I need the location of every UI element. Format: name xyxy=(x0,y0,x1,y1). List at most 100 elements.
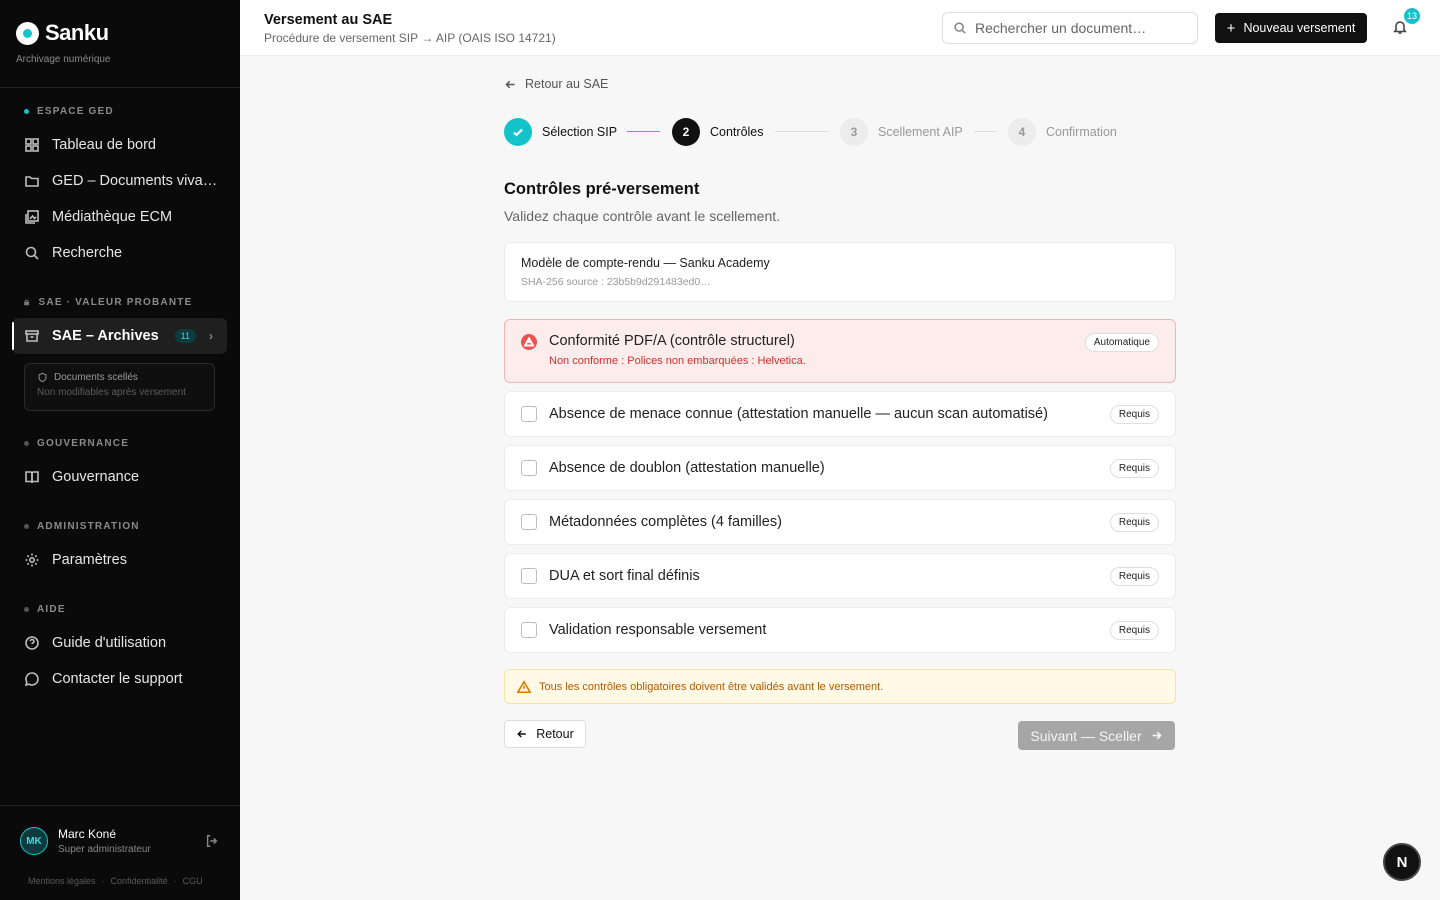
sidebar-item-label: Paramètres xyxy=(52,552,127,568)
plus-icon: + xyxy=(1226,19,1236,37)
check-icon xyxy=(513,128,523,137)
check-label: Validation responsable versement xyxy=(549,622,767,638)
step-scellement-aip: 3 Scellement AIP xyxy=(840,118,963,146)
check-item[interactable]: Absence de doublon (attestation manuelle… xyxy=(504,445,1176,491)
archive-icon xyxy=(25,330,39,342)
section-subtitle: Validez chaque contrôle avant le scellem… xyxy=(504,208,781,224)
warning-text: Tous les contrôles obligatoires doivent … xyxy=(539,680,884,693)
validation-warning: Tous les contrôles obligatoires doivent … xyxy=(504,669,1176,704)
sidebar-item-ged[interactable]: GED – Documents viva… xyxy=(12,163,227,199)
required-tag: Requis xyxy=(1109,404,1159,424)
sidebar-item-label: Tableau de bord xyxy=(52,137,156,153)
gear-icon xyxy=(25,553,39,567)
shield-icon xyxy=(38,372,47,383)
separator: · xyxy=(173,876,177,886)
page-title: Versement au SAE xyxy=(264,12,393,28)
step-number: 3 xyxy=(840,118,868,146)
folder-icon xyxy=(25,176,39,187)
separator: · xyxy=(101,876,105,886)
step-number: 4 xyxy=(1008,118,1036,146)
checkbox[interactable] xyxy=(521,406,537,422)
required-tag: Requis xyxy=(1109,458,1159,478)
sealed-subtitle: Non modifiables après versement xyxy=(37,387,186,398)
automatic-tag: Automatique xyxy=(1084,333,1159,352)
back-button[interactable]: Retour xyxy=(504,720,586,748)
sidebar-item-label: Médiathèque ECM xyxy=(52,209,173,225)
section-label-administration: ADMINISTRATION xyxy=(24,521,140,532)
check-item[interactable]: Métadonnées complètes (4 familles) Requi… xyxy=(504,499,1176,545)
sidebar-item-label: SAE – Archives xyxy=(52,328,159,344)
sidebar-item-support[interactable]: Contacter le support xyxy=(12,661,227,697)
book-icon xyxy=(25,471,39,484)
checkbox[interactable] xyxy=(521,568,537,584)
check-item[interactable]: Absence de menace connue (attestation ma… xyxy=(504,391,1176,437)
dot-icon xyxy=(24,109,29,114)
sealed-title: Documents scellés xyxy=(54,372,138,383)
sidebar-item-label: Contacter le support xyxy=(52,671,183,687)
document-hash: SHA-256 source : 23b5b9d291483ed0… xyxy=(521,276,711,288)
user-role: Super administrateur xyxy=(58,844,151,855)
arrow-right-icon xyxy=(1152,731,1162,740)
notifications-button[interactable] xyxy=(1392,19,1408,40)
sidebar-item-mediatheque[interactable]: Médiathèque ECM xyxy=(12,199,227,235)
back-to-sae-link[interactable]: Retour au SAE xyxy=(504,77,608,91)
sidebar-item-recherche[interactable]: Recherche xyxy=(12,235,227,271)
sidebar-item-sae-archives[interactable]: SAE – Archives 11 › xyxy=(12,318,227,354)
section-label-aide: AIDE xyxy=(24,604,66,615)
search-input[interactable] xyxy=(975,20,1185,36)
sidebar-item-parametres[interactable]: Paramètres xyxy=(12,542,227,578)
media-icon xyxy=(25,210,39,224)
required-tag: Requis xyxy=(1109,512,1159,532)
section-title: Contrôles pré-versement xyxy=(504,180,700,198)
logout-button[interactable] xyxy=(205,834,219,853)
error-icon xyxy=(521,334,537,350)
next-seal-button[interactable]: Suivant — Sceller xyxy=(1018,721,1175,750)
check-item[interactable]: DUA et sort final définis Requis xyxy=(504,553,1176,599)
step-connector xyxy=(627,131,660,132)
check-pdfa-conformity: Conformité PDF/A (contrôle structurel) N… xyxy=(504,319,1176,383)
sealed-documents-note: Documents scellés Non modifiables après … xyxy=(24,363,215,411)
check-label: Métadonnées complètes (4 familles) xyxy=(549,514,782,530)
error-message: Non conforme : Polices non embarquées : … xyxy=(549,355,806,367)
document-name: Modèle de compte-rendu — Sanku Academy xyxy=(521,256,770,270)
search-box[interactable] xyxy=(942,12,1198,44)
chevron-right-icon: › xyxy=(209,329,213,343)
checkbox[interactable] xyxy=(521,460,537,476)
avatar[interactable]: MK xyxy=(20,827,48,855)
link-cgu[interactable]: CGU xyxy=(183,876,203,886)
sidebar-item-label: Guide d'utilisation xyxy=(52,635,167,651)
user-name: Marc Koné xyxy=(58,827,117,841)
step-connector xyxy=(775,131,828,132)
link-confidentialite[interactable]: Confidentialité xyxy=(111,876,168,886)
assistant-fab-button[interactable]: N xyxy=(1383,843,1421,881)
check-label: DUA et sort final définis xyxy=(549,568,700,584)
new-versement-button[interactable]: + Nouveau versement xyxy=(1215,13,1367,43)
divider xyxy=(0,805,240,806)
brand-logo[interactable]: Sanku xyxy=(16,20,109,46)
chat-icon xyxy=(24,672,39,687)
footer-links: Mentions légales · Confidentialité · CGU xyxy=(28,876,203,886)
step-check-circle xyxy=(504,118,532,146)
step-controles: 2 Contrôles xyxy=(672,118,764,146)
page-subtitle: Procédure de versement SIP → AIP (OAIS I… xyxy=(264,31,556,45)
logout-icon xyxy=(206,835,218,847)
sidebar-item-dashboard[interactable]: Tableau de bord xyxy=(12,127,227,163)
notification-count-badge: 13 xyxy=(1404,8,1420,24)
sidebar: Sanku Archivage numérique ESPACE GED Tab… xyxy=(0,0,240,900)
dot-icon xyxy=(24,607,29,612)
search-icon xyxy=(25,246,39,260)
warning-icon xyxy=(517,679,531,693)
section-label-sae: 🔒︎ SAE · VALEUR PROBANTE xyxy=(24,297,193,308)
dot-icon xyxy=(24,524,29,529)
checkbox[interactable] xyxy=(521,514,537,530)
checkbox[interactable] xyxy=(521,622,537,638)
sidebar-item-label: Gouvernance xyxy=(52,469,140,485)
check-label: Absence de menace connue (attestation ma… xyxy=(549,406,1048,422)
divider xyxy=(0,87,240,88)
sidebar-item-guide[interactable]: Guide d'utilisation xyxy=(12,625,227,661)
check-item[interactable]: Validation responsable versement Requis xyxy=(504,607,1176,653)
sidebar-item-gouvernance[interactable]: Gouvernance xyxy=(12,459,227,495)
lock-icon: 🔒︎ xyxy=(24,297,31,308)
link-mentions-legales[interactable]: Mentions légales xyxy=(28,876,96,886)
step-selection-sip: Sélection SIP xyxy=(504,118,617,146)
